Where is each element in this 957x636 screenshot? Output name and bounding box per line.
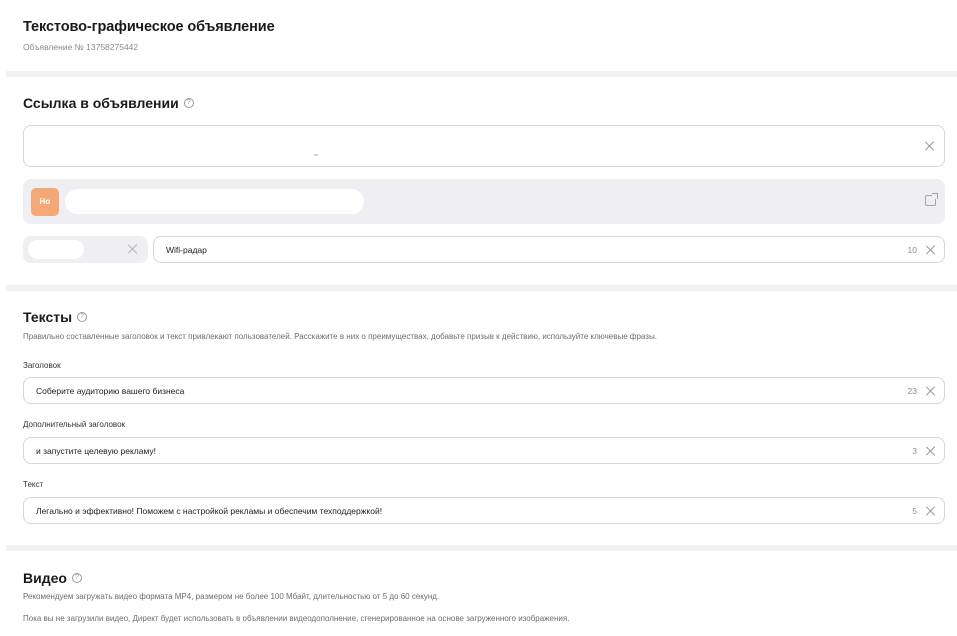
display-link-value: Wifi-радар: [166, 244, 207, 255]
headline-label: Заголовок: [23, 361, 61, 370]
site-title-redacted: [65, 189, 364, 214]
extra-headline-counter: 3: [912, 445, 917, 456]
texts-section-title: Тексты ?: [23, 309, 88, 325]
clear-headline-icon[interactable]: [925, 385, 937, 397]
clear-url-icon[interactable]: [924, 140, 936, 152]
text-counter: 5: [912, 505, 917, 516]
extra-headline-label: Дополнительный заголовок: [23, 420, 126, 429]
url-redacted-mark: [314, 154, 318, 156]
text-value: Легально и эффективно! Поможем с настрой…: [36, 505, 383, 516]
question-circle-icon[interactable]: ?: [71, 573, 82, 583]
display-link-input[interactable]: Wifi-радар 10: [153, 236, 945, 263]
video-section-title-text: Видео: [23, 570, 67, 586]
extra-headline-input[interactable]: и запустите целевую рекламу! 3: [23, 437, 945, 464]
headline-value: Соберите аудиторию вашего бизнеса: [36, 385, 185, 396]
texts-section-title-text: Тексты: [23, 309, 73, 325]
section-divider: [6, 71, 957, 77]
display-link-counter: 10: [907, 244, 917, 255]
headline-counter: 23: [907, 385, 917, 396]
section-divider: [6, 285, 957, 291]
section-divider: [6, 545, 957, 551]
link-section-title-text: Ссылка в объявлении: [23, 95, 179, 111]
question-circle-icon[interactable]: ?: [183, 98, 194, 108]
page-title: Текстово-графическое объявление: [23, 19, 275, 35]
ad-number: Объявление № 13758275442: [23, 42, 139, 52]
link-section-title: Ссылка в объявлении ?: [23, 95, 194, 111]
question-circle-icon[interactable]: ?: [77, 312, 88, 322]
site-avatar: Но: [31, 188, 59, 216]
clear-display-link-icon[interactable]: [925, 244, 937, 256]
site-preview: Но: [23, 179, 945, 224]
video-description-2: Пока вы не загрузили видео, Директ будет…: [23, 614, 570, 623]
external-link-icon[interactable]: [925, 193, 938, 206]
clear-extra-headline-icon[interactable]: [925, 445, 937, 457]
clear-domain-icon[interactable]: [127, 243, 139, 255]
video-section-title: Видео ?: [23, 570, 82, 586]
text-input[interactable]: Легально и эффективно! Поможем с настрой…: [23, 497, 945, 524]
url-input[interactable]: [23, 125, 945, 167]
text-label: Текст: [23, 480, 44, 489]
display-domain-chip[interactable]: [23, 236, 148, 263]
clear-text-icon[interactable]: [925, 505, 937, 517]
display-domain-redacted: [28, 240, 84, 259]
headline-input[interactable]: Соберите аудиторию вашего бизнеса 23: [23, 377, 945, 404]
extra-headline-value: и запустите целевую рекламу!: [36, 445, 156, 456]
texts-description: Правильно составленные заголовок и текст…: [23, 332, 657, 341]
video-description-1: Рекомендуем загружать видео формата MP4,…: [23, 592, 440, 601]
